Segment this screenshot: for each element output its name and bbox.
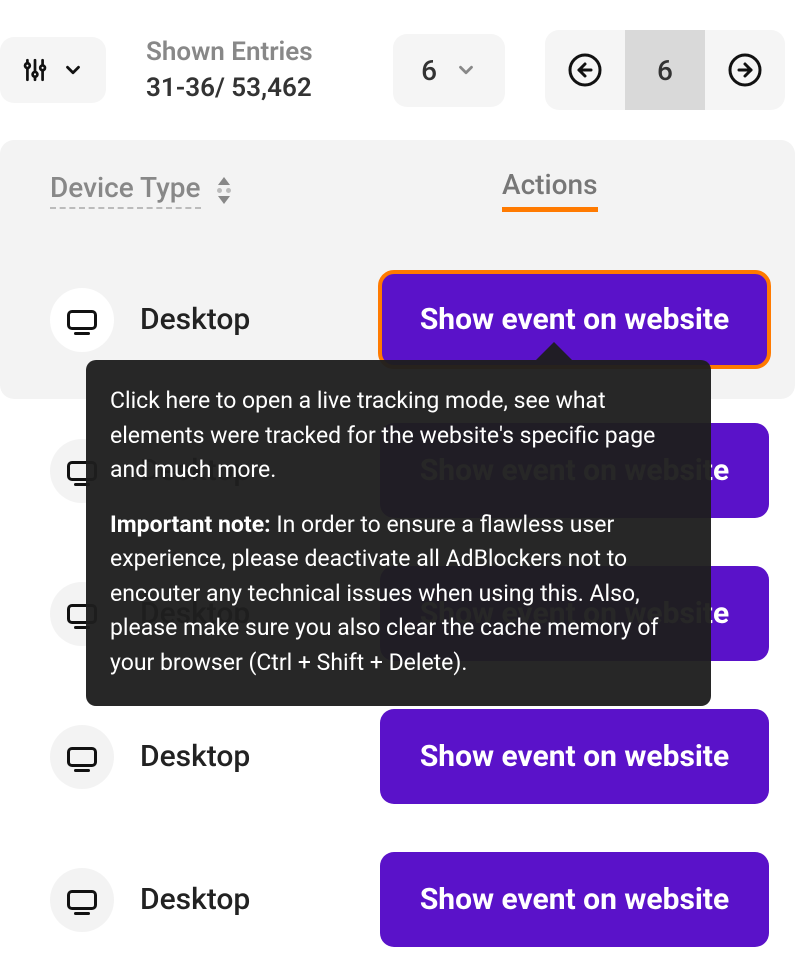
filters-button[interactable]: [0, 37, 106, 103]
show-event-button[interactable]: Show event on website: [380, 852, 769, 947]
chevron-down-icon: [62, 59, 84, 81]
action-cell: Show event on website: [380, 852, 769, 947]
tooltip-strong: Important note:: [110, 511, 271, 538]
device-icon-wrap: [50, 288, 114, 352]
show-event-button[interactable]: Show event on website: [380, 709, 769, 804]
shown-entries-label: Shown Entries: [146, 34, 313, 70]
device-cell: Desktop: [50, 725, 380, 789]
column-header-device[interactable]: Device Type: [50, 171, 410, 209]
prev-page-button[interactable]: [545, 30, 625, 110]
current-page: 6: [625, 30, 705, 110]
sliders-icon: [22, 57, 48, 83]
sort-icon: [217, 177, 231, 204]
device-icon-wrap: [50, 868, 114, 932]
column-header-device-label: Device Type: [50, 171, 201, 209]
chevron-down-icon: [455, 59, 477, 81]
tooltip-text-2: Important note: In order to ensure a fla…: [110, 508, 687, 681]
desktop-icon: [67, 310, 97, 330]
device-cell: Desktop: [50, 868, 380, 932]
desktop-icon: [67, 747, 97, 767]
action-cell: Show event on website: [380, 272, 769, 367]
pager: 6: [545, 30, 785, 110]
column-header-actions-label: Actions: [502, 168, 598, 212]
page-size-select[interactable]: 6: [393, 34, 505, 107]
table-row: Desktop Show event on website: [0, 685, 795, 828]
shown-entries: Shown Entries 31-36/ 53,462: [146, 34, 313, 107]
table-header: Device Type Actions: [0, 140, 795, 240]
next-page-button[interactable]: [705, 30, 785, 110]
tooltip: Click here to open a live tracking mode,…: [86, 360, 711, 706]
toolbar: Shown Entries 31-36/ 53,462 6 6: [0, 0, 795, 140]
device-label: Desktop: [140, 882, 250, 917]
column-header-actions: Actions: [410, 168, 745, 212]
desktop-icon: [67, 890, 97, 910]
show-event-button[interactable]: Show event on website: [380, 272, 769, 367]
device-label: Desktop: [140, 739, 250, 774]
page-size-value: 6: [421, 54, 437, 87]
arrow-left-circle-icon: [567, 52, 603, 88]
shown-entries-value: 31-36/ 53,462: [146, 70, 313, 106]
table-row: Desktop Show event on website: [0, 828, 795, 971]
device-label: Desktop: [140, 302, 250, 337]
device-icon-wrap: [50, 725, 114, 789]
device-cell: Desktop: [50, 288, 380, 352]
action-cell: Show event on website: [380, 709, 769, 804]
tooltip-text-1: Click here to open a live tracking mode,…: [110, 384, 687, 488]
arrow-right-circle-icon: [727, 52, 763, 88]
